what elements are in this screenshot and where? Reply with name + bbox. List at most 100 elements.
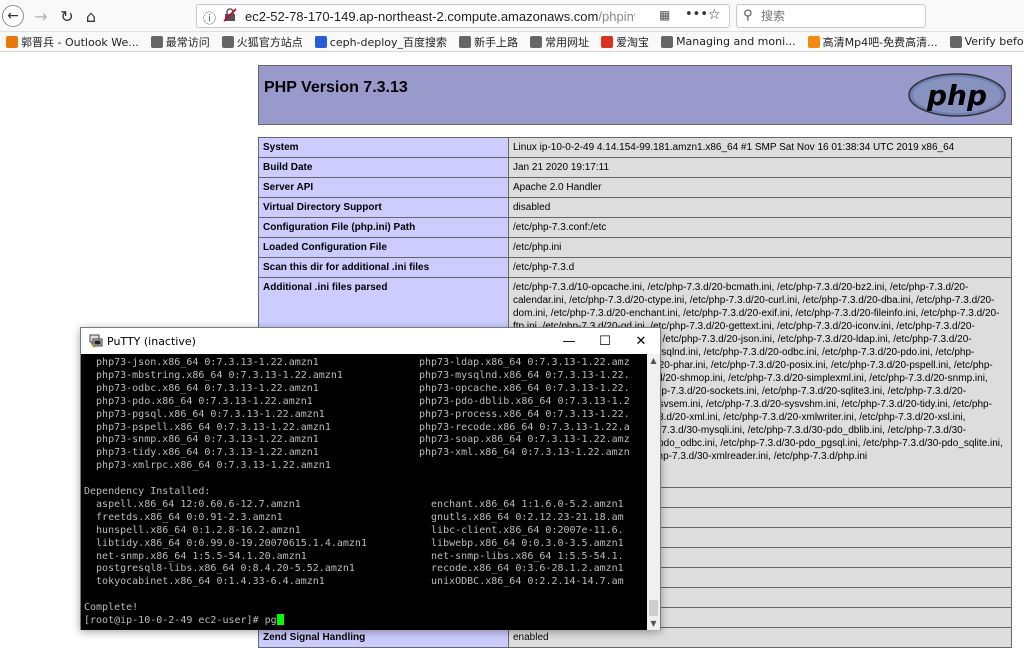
scroll-up-icon[interactable]: ▲ bbox=[647, 354, 660, 367]
bookmark-label: 最常访问 bbox=[165, 35, 210, 49]
bookmark-label: 爱淘宝 bbox=[616, 35, 650, 49]
qr-code-icon[interactable]: ▦ bbox=[659, 8, 670, 22]
bookmark-star-icon[interactable]: ☆ bbox=[708, 7, 721, 23]
maximize-icon: ☐ bbox=[599, 333, 611, 349]
terminal-line: php73-process.x86_64 0:7.3.13-1.22. bbox=[419, 408, 630, 420]
row-value: Linux ip-10-0-2-49 4.14.154-99.181.amzn1… bbox=[508, 137, 1012, 158]
putty-titlebar[interactable]: PuTTY (inactive) — ☐ ✕ bbox=[81, 328, 660, 354]
reload-button[interactable]: ↻ bbox=[56, 5, 78, 27]
minimize-button[interactable]: — bbox=[551, 330, 587, 352]
close-button[interactable]: ✕ bbox=[623, 330, 659, 352]
bookmark-label: Verify before you de... bbox=[964, 35, 1024, 48]
bookmarks-bar: 郭晋兵 - Outlook We... 最常访问 火狐官方站点 ceph-deploy… bbox=[0, 32, 1024, 52]
row-key: Server API bbox=[258, 177, 509, 198]
cloud-icon bbox=[949, 35, 962, 48]
terminal-line: libc-client.x86_64 0:2007e-11.6. bbox=[419, 524, 624, 536]
php-logo: php bbox=[908, 73, 1006, 117]
bookmark-item[interactable]: 最常访问 bbox=[150, 34, 210, 50]
bookmark-label: 高清Mp4吧-免费高清... bbox=[822, 35, 938, 49]
row-key: Scan this dir for additional .ini files bbox=[258, 257, 509, 278]
bookmark-label: Managing and moni... bbox=[676, 35, 796, 48]
scroll-down-icon[interactable]: ▼ bbox=[647, 617, 660, 630]
terminal-line: libtidy.x86_64 0:0.99.0-19.20070615.1.4.… bbox=[84, 537, 367, 549]
bookmark-item[interactable]: 高清Mp4吧-免费高清... bbox=[807, 34, 938, 50]
back-button[interactable]: ← bbox=[2, 5, 24, 27]
home-button[interactable]: ⌂ bbox=[80, 5, 102, 27]
arrow-left-icon: ← bbox=[7, 8, 19, 24]
bookmark-label: 新手上路 bbox=[474, 35, 519, 49]
terminal-prompt[interactable]: [root@ip-10-0-2-49 ec2-user]# pg bbox=[84, 614, 284, 627]
search-bar[interactable]: ⚲ bbox=[736, 4, 926, 28]
putty-window[interactable]: PuTTY (inactive) — ☐ ✕ php73-json.x86_64… bbox=[80, 327, 661, 630]
bookmark-item[interactable]: Managing and moni... bbox=[661, 35, 796, 48]
more-actions-icon[interactable]: ••• bbox=[685, 7, 708, 22]
search-input[interactable] bbox=[761, 7, 921, 25]
terminal-output[interactable]: php73-json.x86_64 0:7.3.13-1.22.amzn1 ph… bbox=[81, 354, 647, 630]
prompt-text: [root@ip-10-0-2-49 ec2-user]# pg bbox=[84, 615, 277, 626]
row-key: Virtual Directory Support bbox=[258, 197, 509, 218]
bookmark-label: 火狐官方站点 bbox=[236, 35, 303, 49]
bookmark-item[interactable]: 爱淘宝 bbox=[601, 34, 649, 50]
gear-icon bbox=[150, 35, 163, 48]
terminal-line: php73-opcache.x86_64 0:7.3.13-1.22. bbox=[419, 382, 630, 394]
outlook-icon bbox=[6, 35, 18, 48]
terminal-line: php73-pspell.x86_64 0:7.3.13-1.22.amzn1 bbox=[84, 421, 331, 433]
terminal-line: php73-pdo-dblib.x86_64 0:7.3.13-1.2 bbox=[419, 395, 630, 407]
terminal-cursor bbox=[276, 614, 284, 625]
bookmark-item[interactable]: Verify before you de... bbox=[949, 35, 1024, 48]
info-icon[interactable]: ⓘ bbox=[203, 8, 216, 27]
page-title: PHP Version 7.3.13 bbox=[264, 79, 408, 96]
putty-icon bbox=[89, 334, 103, 348]
terminal-line: recode.x86_64 0:3.6-28.1.2.amzn1 bbox=[419, 563, 624, 575]
terminal-line: php73-xmlrpc.x86_64 0:7.3.13-1.22.amzn1 bbox=[84, 460, 331, 472]
close-icon: ✕ bbox=[635, 333, 647, 349]
folder-icon bbox=[530, 35, 543, 48]
bookmark-item[interactable]: 新手上路 bbox=[459, 34, 518, 50]
table-row: Server API Apache 2.0 Handler bbox=[258, 177, 1012, 198]
terminal-line: php73-pgsql.x86_64 0:7.3.13-1.22.amzn1 bbox=[84, 408, 325, 420]
row-value: Jan 21 2020 19:17:11 bbox=[508, 157, 1012, 178]
forward-button[interactable]: → bbox=[30, 5, 52, 27]
bookmark-item[interactable]: 火狐官方站点 bbox=[221, 34, 303, 50]
terminal-line: php73-pdo.x86_64 0:7.3.13-1.22.amzn1 bbox=[84, 395, 313, 407]
bookmark-label: ceph-deploy_百度搜索 bbox=[329, 35, 448, 49]
window-title: PuTTY (inactive) bbox=[107, 335, 196, 348]
search-icon: ⚲ bbox=[743, 8, 753, 23]
row-key: Build Date bbox=[258, 157, 509, 178]
maximize-button[interactable]: ☐ bbox=[587, 330, 623, 352]
url-text[interactable]: ec2-52-78-170-149.ap-northeast-2.compute… bbox=[245, 9, 635, 24]
table-row: Virtual Directory Support disabled bbox=[258, 197, 1012, 218]
terminal-line: php73-ldap.x86_64 0:7.3.13-1.22.amz bbox=[419, 357, 630, 368]
baidu-icon bbox=[314, 35, 327, 48]
table-row: Configuration File (php.ini) Path/etc/ph… bbox=[258, 217, 1012, 238]
row-value: /etc/php-7.3.conf:/etc bbox=[508, 217, 1012, 238]
row-value: enabled bbox=[508, 627, 1012, 648]
row-key: Configuration File (php.ini) Path bbox=[258, 217, 509, 238]
minimize-icon: — bbox=[562, 333, 576, 349]
terminal-line: postgresql8-libs.x86_64 0:8.4.20-5.52.am… bbox=[84, 563, 355, 575]
row-value: /etc/php-7.3.d bbox=[508, 257, 1012, 278]
globe-icon bbox=[661, 35, 674, 48]
terminal-line: php73-snmp.x86_64 0:7.3.13-1.22.amzn1 bbox=[84, 434, 319, 446]
scroll-thumb[interactable] bbox=[649, 600, 658, 616]
terminal-line: php73-odbc.x86_64 0:7.3.13-1.22.amzn1 bbox=[84, 382, 319, 394]
terminal-line: php73-mysqlnd.x86_64 0:7.3.13-1.22. bbox=[419, 369, 630, 381]
terminal-line: freetds.x86_64 0:0.91-2.3.amzn1 bbox=[84, 511, 283, 523]
row-value: /etc/php.ini bbox=[508, 237, 1012, 258]
svg-text:php: php bbox=[926, 79, 987, 112]
table-row: Scan this dir for additional .ini files /… bbox=[258, 257, 1012, 278]
terminal-line: tokyocabinet.x86_64 0:1.4.33-6.4.amzn1 bbox=[84, 576, 325, 588]
bookmark-label: 常用网址 bbox=[545, 35, 590, 49]
terminal-line: Dependency Installed: bbox=[84, 486, 211, 497]
terminal-line: enchant.x86_64 1:1.6.0-5.2.amzn1 bbox=[419, 498, 624, 510]
bookmark-item[interactable]: 郭晋兵 - Outlook We... bbox=[6, 34, 139, 50]
address-bar[interactable]: ⓘ ec2-52-78-170-149.ap-northeast-2.compu… bbox=[196, 4, 730, 28]
home-icon: ⌂ bbox=[85, 6, 97, 26]
bookmark-item[interactable]: 常用网址 bbox=[530, 34, 589, 50]
folder-icon bbox=[221, 35, 234, 48]
bookmark-item[interactable]: ceph-deploy_百度搜索 bbox=[314, 34, 448, 50]
bookmark-label: 郭晋兵 - Outlook We... bbox=[21, 35, 139, 49]
insecure-lock-icon[interactable] bbox=[223, 8, 237, 22]
terminal-scrollbar[interactable]: ▲ ▼ bbox=[647, 354, 660, 630]
table-row: Build Date Jan 21 2020 19:17:11 bbox=[258, 157, 1012, 178]
